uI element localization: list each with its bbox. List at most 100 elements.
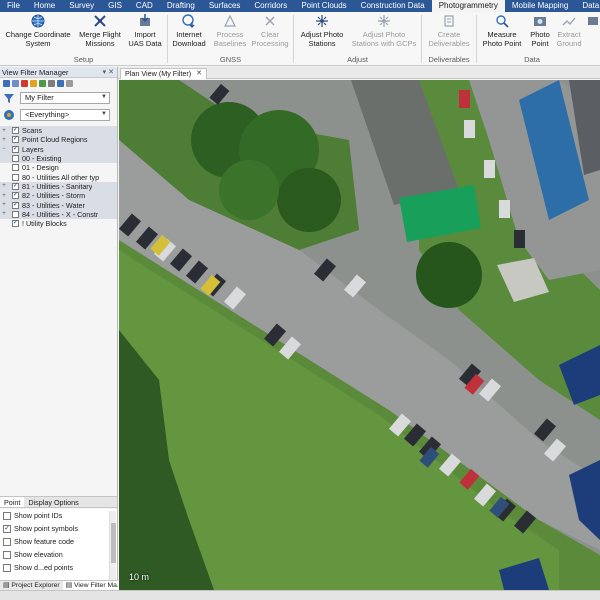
option-row[interactable]: Show feature code (0, 535, 117, 548)
measure-point-icon (494, 14, 510, 28)
option-row[interactable]: ✓ Show point symbols (0, 522, 117, 535)
tree-checkbox[interactable] (12, 164, 19, 172)
tab-display-options[interactable]: Display Options (24, 497, 82, 507)
merge-flight-missions-button[interactable]: Merge Flight Missions (76, 14, 124, 48)
tree-checkbox[interactable]: ✓ (12, 136, 19, 144)
option-checkbox[interactable] (3, 550, 11, 559)
tree-row[interactable]: + ✓ 81 - Utilities - Sanitary (0, 181, 117, 192)
adjust-photo-stations-button[interactable]: Adjust Photo Stations (296, 14, 348, 48)
tab-project-explorer[interactable]: ▤ Project Explorer (0, 581, 63, 590)
tree-row[interactable]: − ✓ Layers (0, 144, 117, 154)
tree-checkbox[interactable] (12, 173, 19, 181)
expander-icon[interactable]: + (0, 211, 8, 217)
tree-checkbox[interactable]: ✓ (12, 192, 19, 200)
visibility-icon[interactable] (39, 80, 46, 87)
copy-filter-icon[interactable] (12, 80, 19, 87)
menu-tab-file[interactable]: File (0, 0, 27, 12)
tree-label: 01 - Design (22, 163, 59, 173)
scrollbar-thumb[interactable] (111, 523, 116, 563)
plan-view-map[interactable]: 10 m (119, 80, 600, 590)
tree-row[interactable]: ✓! Utility Blocks (0, 219, 117, 228)
tree-checkbox[interactable]: ✓ (12, 127, 19, 135)
everything-select[interactable]: <Everything> ▼ (20, 108, 110, 121)
close-icon[interactable]: ✕ (196, 69, 202, 79)
create-deliverables-label: Create Deliverables (428, 30, 470, 48)
option-checkbox[interactable] (3, 537, 11, 546)
menu-tab-construction-data[interactable]: Construction Data (354, 0, 432, 12)
tab-plan-view[interactable]: Plan View (My Filter) ✕ (120, 68, 208, 79)
plan-view-tab-label: Plan View (My Filter) (125, 69, 192, 78)
options-icon[interactable] (66, 80, 73, 87)
menu-tab-photogrammetry[interactable]: Photogrammetry (431, 0, 505, 12)
tree-checkbox[interactable]: ✓ (12, 145, 19, 153)
menu-tab-gis[interactable]: GIS (101, 0, 129, 12)
tree-row[interactable]: + ✓ 82 - Utilities - Storm (0, 191, 117, 201)
tree-row[interactable]: + ✓ 83 - Utilities - Water (0, 200, 117, 210)
tab-project-explorer-label: Project Explorer (11, 582, 60, 589)
extract-ground-button[interactable]: Extract Ground (554, 14, 584, 48)
option-checkbox[interactable]: ✓ (3, 524, 11, 533)
photo-point-button[interactable]: Photo Point (526, 14, 554, 48)
filter-select[interactable]: My Filter ▼ (20, 91, 110, 104)
expander-icon[interactable]: + (0, 193, 8, 199)
tree-row[interactable]: + ✓ Scans (0, 126, 117, 136)
options-scrollbar[interactable] (109, 511, 116, 585)
adjust-photo-stations-gcps-button[interactable]: Adjust Photo Stations with GCPs (350, 14, 418, 48)
tree-checkbox[interactable] (12, 210, 19, 218)
option-label: Show feature code (14, 537, 74, 546)
import-icon (137, 14, 153, 28)
menu-tab-home[interactable]: Home (27, 0, 62, 12)
menu-tab-corridors[interactable]: Corridors (247, 0, 294, 12)
refresh-icon[interactable] (57, 80, 64, 87)
option-row[interactable]: Show point IDs (0, 509, 117, 522)
menu-tab-survey[interactable]: Survey (62, 0, 101, 12)
change-coordinate-system-button[interactable]: Change Coordinate System (2, 14, 74, 48)
option-row[interactable]: Show d...ed points (0, 561, 117, 574)
tree-row[interactable]: 00 - Existing (0, 153, 117, 164)
panel-title-bar: View Filter Manager ▾ ✕ (0, 67, 117, 78)
menu-tab-mobile-mapping[interactable]: Mobile Mapping (505, 0, 575, 12)
tree-row[interactable]: + ✓ Point Cloud Regions (0, 135, 117, 145)
create-deliverables-button[interactable]: Create Deliverables (424, 14, 474, 48)
scale-label: 10 m (129, 572, 150, 582)
option-checkbox[interactable] (3, 563, 11, 572)
expander-icon[interactable]: + (0, 183, 8, 189)
tab-point[interactable]: Point (0, 497, 25, 507)
expander-icon[interactable]: + (0, 137, 8, 143)
panel-title: View Filter Manager (2, 67, 69, 77)
measure-photo-point-button[interactable]: Measure Photo Point (478, 14, 526, 48)
tree-label: 82 - Utilities - Storm (22, 191, 86, 201)
more-ribbon-button[interactable] (585, 14, 600, 30)
status-bar (0, 590, 600, 600)
option-checkbox[interactable] (3, 511, 11, 520)
tree-checkbox[interactable]: ✓ (12, 220, 19, 228)
expander-icon[interactable]: − (0, 146, 8, 152)
new-filter-icon[interactable] (3, 80, 10, 87)
expander-icon[interactable]: + (0, 202, 8, 208)
tree-checkbox[interactable] (12, 155, 19, 163)
menu-tab-surfaces[interactable]: Surfaces (202, 0, 248, 12)
menu-tab-data-f[interactable]: Data F (575, 0, 600, 12)
import-uas-data-button[interactable]: Import UAS Data (126, 14, 164, 48)
pin-icon[interactable]: ▾ ✕ (103, 68, 114, 76)
tree-checkbox[interactable]: ✓ (12, 201, 19, 209)
expander-icon[interactable]: + (0, 128, 8, 134)
tree-label: Point Cloud Regions (22, 135, 88, 145)
clear-processing-button[interactable]: Clear Processing (250, 14, 290, 48)
tree-row[interactable]: 01 - Design (0, 163, 117, 172)
option-row[interactable]: Show elevation (0, 548, 117, 561)
settings-icon[interactable] (48, 80, 55, 87)
delete-filter-icon[interactable] (21, 80, 28, 87)
tree-label: Scans (22, 126, 42, 136)
tree-row[interactable]: 80 - Utilities All other typ (0, 172, 117, 182)
menu-tab-drafting[interactable]: Drafting (160, 0, 202, 12)
process-baselines-button[interactable]: Process Baselines (210, 14, 250, 48)
internet-download-button[interactable]: Internet Download (169, 14, 209, 48)
panel-bottom-tabs: ▤ Project Explorer ▤ View Filter Ma... (0, 580, 126, 590)
tree-checkbox[interactable]: ✓ (12, 182, 19, 190)
tab-view-filter-manager[interactable]: ▤ View Filter Ma... (62, 581, 126, 590)
tree-row[interactable]: +84 - Utilities - X - Constr (0, 209, 117, 219)
menu-tab-point-clouds[interactable]: Point Clouds (294, 0, 353, 12)
layer-icon[interactable] (30, 80, 37, 87)
menu-tab-cad[interactable]: CAD (129, 0, 160, 12)
